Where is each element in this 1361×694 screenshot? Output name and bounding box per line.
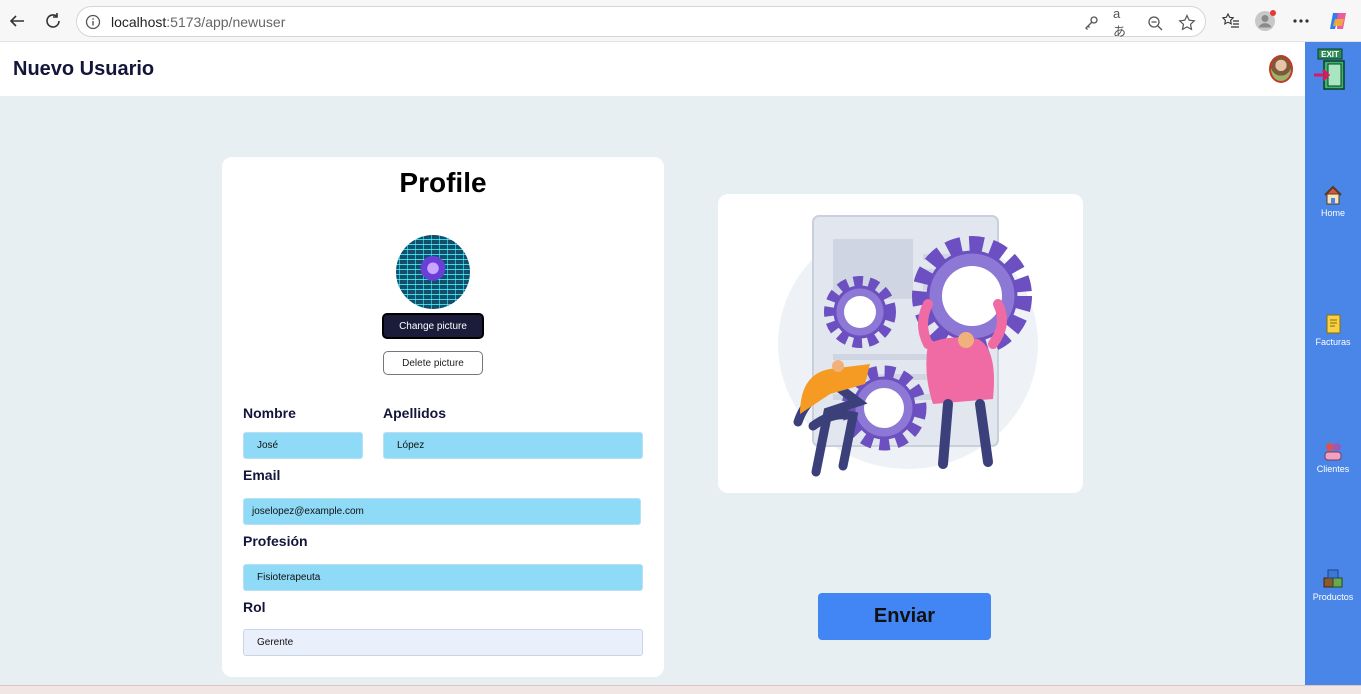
page-title: Nuevo Usuario xyxy=(13,58,155,80)
sidebar-item-label: Facturas xyxy=(1315,337,1351,347)
profile-picture xyxy=(396,235,470,309)
browser-toolbar: localhost:5173/app/newuser aあ xyxy=(0,0,1361,42)
apellidos-label: Apellidos xyxy=(383,405,447,421)
apellidos-input[interactable]: López xyxy=(383,432,643,459)
exit-icon[interactable]: EXIT xyxy=(1312,48,1348,90)
sidebar-item-label: Productos xyxy=(1312,592,1354,602)
favorites-list-icon[interactable] xyxy=(1220,10,1242,32)
email-label: Email xyxy=(243,467,281,483)
site-info-icon[interactable] xyxy=(85,14,101,35)
email-input[interactable]: joselopez@example.com xyxy=(243,498,641,525)
nombre-input[interactable]: José xyxy=(243,432,363,459)
sidebar-item-facturas[interactable]: Facturas xyxy=(1305,313,1361,347)
svg-text:EXIT: EXIT xyxy=(1321,50,1339,59)
reload-icon[interactable] xyxy=(40,8,66,34)
sidebar-item-label: Clientes xyxy=(1316,464,1350,474)
sidebar-item-home[interactable]: Home xyxy=(1305,184,1361,218)
sidebar-item-clientes[interactable]: Clientes xyxy=(1305,440,1361,474)
profile-icon[interactable] xyxy=(1254,10,1276,32)
change-picture-button[interactable]: Change picture xyxy=(382,313,484,339)
nombre-label: Nombre xyxy=(243,405,296,421)
app-header: Nuevo Usuario xyxy=(0,42,1305,96)
sidebar: Home Facturas Clientes Productos xyxy=(1305,42,1361,685)
app-main: Nuevo Usuario Profile Change picture Del… xyxy=(0,42,1305,685)
products-icon xyxy=(1322,568,1344,590)
house-icon xyxy=(1322,184,1344,206)
gears-illustration xyxy=(718,194,1083,493)
url-text: localhost:5173/app/newuser xyxy=(111,14,286,30)
profesion-label: Profesión xyxy=(243,533,308,549)
address-bar[interactable]: localhost:5173/app/newuser aあ xyxy=(76,6,1206,39)
user-avatar[interactable] xyxy=(1269,55,1293,83)
rol-label: Rol xyxy=(243,599,266,615)
key-icon[interactable] xyxy=(1081,13,1101,33)
zoom-out-icon[interactable] xyxy=(1145,13,1165,33)
profesion-input[interactable]: Fisioterapeuta xyxy=(243,564,643,591)
submit-button[interactable]: Enviar xyxy=(818,593,991,640)
rol-select[interactable]: Gerente xyxy=(243,629,643,656)
profile-card: Profile Change picture Delete picture No… xyxy=(222,157,664,677)
profile-title: Profile xyxy=(399,167,487,198)
more-menu-icon[interactable] xyxy=(1290,10,1312,32)
translate-icon[interactable]: aあ xyxy=(1113,6,1133,39)
favorite-star-icon[interactable] xyxy=(1177,13,1197,33)
copilot-icon[interactable] xyxy=(1327,10,1349,32)
back-arrow-icon[interactable] xyxy=(4,8,30,34)
delete-picture-button[interactable]: Delete picture xyxy=(383,351,483,375)
clients-icon xyxy=(1322,440,1344,462)
sidebar-item-label: Home xyxy=(1320,208,1345,218)
bottom-strip xyxy=(0,685,1361,694)
invoice-icon xyxy=(1322,313,1344,335)
sidebar-item-productos[interactable]: Productos xyxy=(1305,568,1361,602)
